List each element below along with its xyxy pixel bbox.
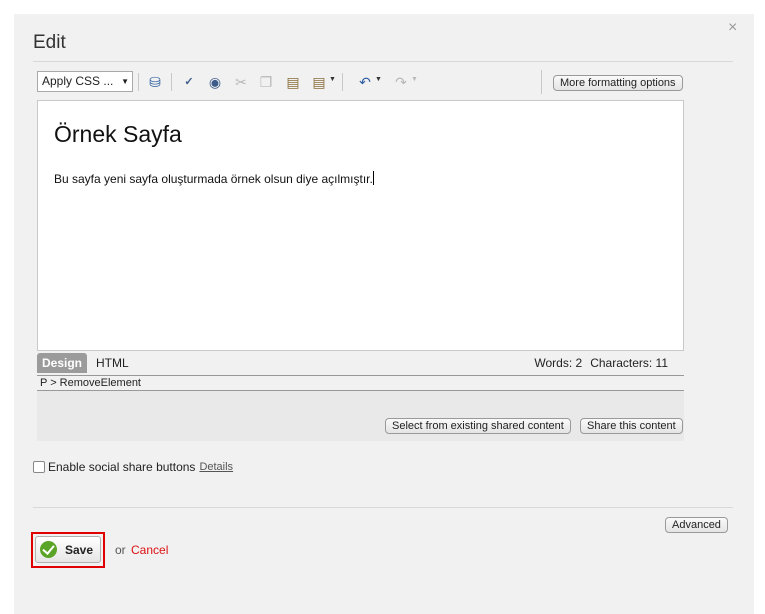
copy-icon[interactable]: ❐ bbox=[256, 72, 276, 92]
title-divider bbox=[33, 61, 733, 62]
toolbar-separator bbox=[541, 70, 542, 94]
select-shared-content-button[interactable]: Select from existing shared content bbox=[385, 418, 571, 434]
social-share-option: Enable social share buttons Details bbox=[33, 460, 233, 474]
element-path[interactable]: P > RemoveElement bbox=[37, 375, 684, 391]
chevron-down-icon[interactable]: ▼ bbox=[375, 76, 382, 83]
chevron-down-icon: ▼ bbox=[121, 77, 129, 86]
words-count: Words: 2 bbox=[534, 356, 583, 370]
editor-content-area[interactable]: Örnek Sayfa Bu sayfa yeni sayfa oluşturm… bbox=[37, 100, 684, 351]
advanced-button[interactable]: Advanced bbox=[665, 517, 728, 533]
spell-check-icon[interactable]: ✓ bbox=[179, 72, 199, 92]
tab-design[interactable]: Design bbox=[37, 353, 87, 373]
apply-css-select[interactable]: Apply CSS ... ▼ bbox=[37, 71, 133, 92]
chevron-down-icon[interactable]: ▼ bbox=[411, 76, 418, 83]
footer-divider bbox=[33, 507, 733, 508]
cancel-link[interactable]: Cancel bbox=[131, 543, 168, 557]
cut-icon[interactable]: ✂ bbox=[231, 72, 251, 92]
toolbar-separator bbox=[171, 73, 172, 91]
shared-content-area: Select from existing shared content Shar… bbox=[37, 391, 684, 441]
social-share-label[interactable]: Enable social share buttons bbox=[48, 460, 195, 474]
word-count: Words: 2 Characters: 11 bbox=[526, 353, 668, 373]
editor-mode-bar: Design HTML Words: 2 Characters: 11 bbox=[37, 351, 684, 375]
insert-icon[interactable]: ⛁ bbox=[145, 72, 165, 92]
editor-toolbar: Apply CSS ... ▼ ⛁ ✓ ◉ ✂ ❐ ▤ ▤ ▼ ↶ ▼ ↷ ▼ … bbox=[37, 70, 684, 94]
dialog-title: Edit bbox=[33, 32, 66, 53]
share-content-button[interactable]: Share this content bbox=[580, 418, 683, 434]
apply-css-select-value: Apply CSS ... bbox=[42, 74, 114, 88]
text-cursor bbox=[372, 171, 374, 185]
save-button[interactable]: Save bbox=[35, 536, 101, 563]
find-icon[interactable]: ◉ bbox=[205, 72, 225, 92]
or-text: or bbox=[115, 543, 126, 557]
chevron-down-icon[interactable]: ▼ bbox=[329, 76, 336, 83]
undo-icon[interactable]: ↶ bbox=[355, 72, 375, 92]
save-button-label: Save bbox=[65, 542, 94, 557]
toolbar-separator bbox=[138, 73, 139, 91]
content-paragraph-text[interactable]: Bu sayfa yeni sayfa oluşturmada örnek ol… bbox=[54, 172, 373, 186]
details-link[interactable]: Details bbox=[199, 461, 233, 473]
social-share-checkbox[interactable] bbox=[33, 461, 45, 473]
tab-html[interactable]: HTML bbox=[96, 353, 129, 373]
characters-count: Characters: 11 bbox=[590, 356, 668, 370]
content-heading[interactable]: Örnek Sayfa bbox=[54, 121, 182, 148]
redo-icon[interactable]: ↷ bbox=[391, 72, 411, 92]
paste-special-icon[interactable]: ▤ bbox=[309, 72, 329, 92]
content-paragraph[interactable]: Bu sayfa yeni sayfa oluşturmada örnek ol… bbox=[54, 171, 374, 186]
checkmark-icon bbox=[40, 541, 57, 558]
close-icon[interactable]: × bbox=[728, 18, 737, 38]
more-formatting-button[interactable]: More formatting options bbox=[553, 75, 683, 91]
paste-icon[interactable]: ▤ bbox=[283, 72, 303, 92]
toolbar-separator bbox=[342, 73, 343, 91]
